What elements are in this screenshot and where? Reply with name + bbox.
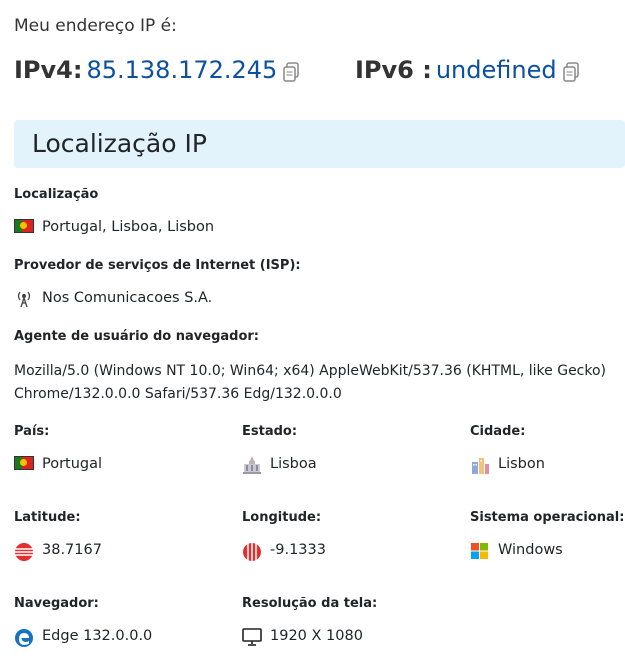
government-building-icon [242, 456, 262, 474]
resolution-value-row: 1920 X 1080 [242, 628, 363, 646]
country-label: País: [14, 424, 50, 439]
os-value: Windows [498, 542, 563, 558]
city-label: Cidade: [470, 424, 526, 439]
location-label: Localização [14, 187, 99, 202]
ipv4-line: IPv4: 85.138.172.245 [14, 56, 300, 84]
latitude-value-row: 38.7167 [14, 542, 102, 561]
ip-subtitle: Meu endereço IP é: [14, 16, 177, 36]
city-value: Lisbon [498, 456, 545, 472]
user-agent-label: Agente de usuário do navegador: [14, 329, 259, 344]
location-value: Portugal, Lisboa, Lisbon [42, 219, 215, 235]
ipv4-label: IPv4: [14, 56, 83, 84]
monitor-icon [242, 628, 262, 646]
longitude-icon [242, 542, 262, 561]
city-icon [470, 456, 490, 474]
isp-value: Nos Comunicacoes S.A. [42, 290, 213, 306]
latitude-label: Latitude: [14, 510, 81, 525]
section-title: Localização IP [32, 129, 207, 158]
ipv6-value[interactable]: undefined [436, 56, 557, 84]
latitude-icon [14, 542, 34, 561]
user-agent-value: Mozilla/5.0 (Windows NT 10.0; Win64; x64… [14, 363, 607, 402]
state-value: Lisboa [270, 456, 317, 472]
state-label: Estado: [242, 424, 298, 439]
os-label: Sistema operacional: [470, 510, 625, 525]
portugal-flag-icon [14, 456, 34, 472]
portugal-flag-icon [14, 219, 34, 235]
windows-icon [470, 542, 490, 559]
location-value-row: Portugal, Lisboa, Lisbon [14, 219, 214, 235]
section-header: Localização IP [14, 120, 625, 168]
browser-value: Edge 132.0.0.0 [42, 628, 153, 644]
antenna-icon [14, 290, 34, 308]
longitude-value: -9.1333 [270, 542, 326, 558]
edge-browser-icon [14, 628, 34, 647]
longitude-label: Longitude: [242, 510, 322, 525]
longitude-value-row: -9.1333 [242, 542, 326, 561]
ipv4-value[interactable]: 85.138.172.245 [86, 56, 277, 84]
browser-value-row: Edge 132.0.0.0 [14, 628, 153, 647]
browser-label: Navegador: [14, 596, 99, 611]
state-value-row: Lisboa [242, 456, 317, 474]
resolution-label: Resolução da tela: [242, 596, 378, 611]
copy-icon[interactable] [283, 60, 300, 82]
resolution-value: 1920 X 1080 [270, 628, 363, 644]
city-value-row: Lisbon [470, 456, 545, 474]
ipv6-label: IPv6 : [355, 56, 432, 84]
ipv6-line: IPv6 : undefined [355, 56, 580, 84]
os-value-row: Windows [470, 542, 563, 559]
isp-label: Provedor de serviços de Internet (ISP): [14, 258, 301, 273]
country-value-row: Portugal [14, 456, 102, 472]
country-value: Portugal [42, 456, 103, 472]
isp-value-row: Nos Comunicacoes S.A. [14, 290, 213, 308]
copy-icon[interactable] [562, 60, 580, 82]
latitude-value: 38.7167 [42, 542, 102, 558]
